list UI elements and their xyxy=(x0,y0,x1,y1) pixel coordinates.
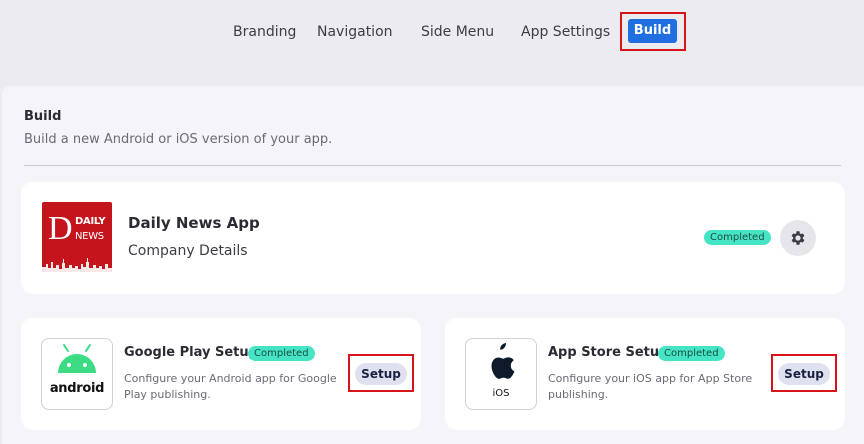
app-store-description: Configure your iOS app for App Store pub… xyxy=(548,372,753,401)
section-subtitle: Build a new Android or iOS version of yo… xyxy=(24,132,333,147)
app-logo-word-news: NEWS xyxy=(75,231,104,242)
section-divider xyxy=(24,165,841,166)
ios-wordmark: iOS xyxy=(492,388,510,399)
tab-build[interactable]: Build xyxy=(628,19,677,43)
section-title: Build xyxy=(24,109,62,124)
app-settings-button[interactable] xyxy=(780,220,816,256)
google-play-description: Configure your Android app for Google Pl… xyxy=(124,372,337,401)
app-store-title: App Store Setup xyxy=(548,345,669,360)
app-logo-word-daily: DAILY xyxy=(75,216,106,227)
google-play-setup-button[interactable]: Setup xyxy=(355,363,407,385)
app-logo: D DAILY NEWS xyxy=(42,202,112,272)
android-robot-icon xyxy=(58,344,96,373)
app-name: Daily News App xyxy=(128,214,260,232)
app-store-status-badge: Completed xyxy=(658,346,725,361)
android-logo: android xyxy=(41,338,113,410)
top-navigation: Branding Navigation Side Menu App Settin… xyxy=(0,0,864,64)
tab-navigation[interactable]: Navigation xyxy=(317,20,393,44)
gear-icon xyxy=(791,231,805,245)
app-logo-letter: D xyxy=(48,210,73,247)
tab-branding[interactable]: Branding xyxy=(233,20,296,44)
app-status-badge: Completed xyxy=(704,230,771,245)
ios-logo: iOS xyxy=(465,338,537,410)
tab-app-settings[interactable]: App Settings xyxy=(521,20,610,44)
city-skyline-icon xyxy=(42,258,112,272)
apple-icon xyxy=(491,343,515,379)
google-play-title: Google Play Setup xyxy=(124,345,258,360)
app-store-setup-button[interactable]: Setup xyxy=(778,363,830,385)
tab-side-menu[interactable]: Side Menu xyxy=(421,20,494,44)
company-details-link[interactable]: Company Details xyxy=(128,243,248,259)
android-wordmark: android xyxy=(49,381,105,396)
google-play-status-badge: Completed xyxy=(248,346,315,361)
